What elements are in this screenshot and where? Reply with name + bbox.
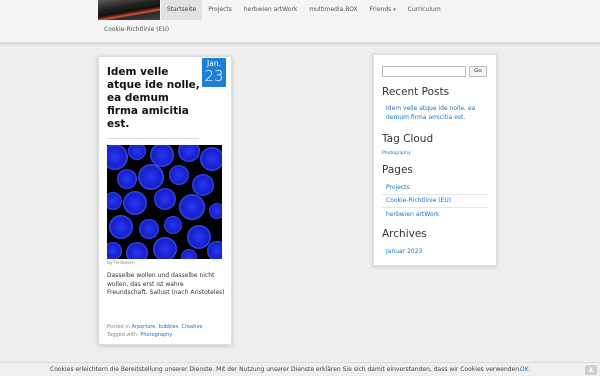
header-logo-image[interactable] [98,0,160,20]
page-link[interactable]: herbwien artWork [386,210,439,219]
post-featured-image[interactable] [107,145,222,259]
archive-link[interactable]: Januar 2023 [386,247,422,256]
tag-link[interactable]: Photography [140,332,172,338]
pages-heading: Pages [382,164,413,176]
nav-item-startseite[interactable]: Startseite [161,0,203,20]
recent-post-link[interactable]: Idem velle atque ide nolle, ea demum fir… [386,104,488,122]
cookie-notice-text: Cookies erleichtern die Bereitstellung u… [50,366,522,373]
search-input[interactable] [382,66,466,77]
caret-down-icon: ▾ [393,7,396,13]
nav-item-friends-dropdown[interactable]: Friends ▾ [364,0,402,20]
image-credit: by herbwien [107,261,135,266]
date-day: 23 [204,67,224,85]
nav-item-projects[interactable]: Projects [202,0,238,20]
category-link[interactable]: Creative [182,324,203,330]
post-card: Idem velle atque ide nolle, ea demum fir… [98,56,232,345]
bokeh-bubbles-image [107,145,222,259]
tag-cloud-heading: Tag Cloud [382,133,434,145]
category-link[interactable]: bubbles [159,324,179,330]
nav-item-label: Curriculum [407,6,441,13]
page-link[interactable]: Cookie-Richtlinie (EU) [386,196,451,205]
nav-item-label: multimedia.BOX [309,6,358,13]
nav-item-multimedia-box[interactable]: multimedia.BOX [303,0,363,20]
cookie-consent-bar: Cookies erleichtern die Bereitstellung u… [0,362,600,376]
page-link[interactable]: Projects [386,183,410,192]
nav-item-label: Cookie-Richtlinie (EU) [104,26,170,33]
post-categories-line: Posted in Arperture, bubbles, Creative [107,324,203,330]
post-title[interactable]: Idem velle atque ide nolle, ea demum fir… [107,66,203,131]
post-meta: Posted in Arperture, bubbles, Creative T… [107,323,203,339]
date-badge: Jan. 23 [202,58,226,87]
main-menu: Startseite Projects herbwien artWork mul… [161,0,447,20]
nav-item-label: Projects [208,6,232,13]
archives-heading: Archives [382,228,427,240]
sidebar: Go Recent Posts Idem velle atque ide nol… [373,54,497,266]
divider [107,138,199,139]
divider [382,194,488,195]
nav-item-label: Startseite [167,6,197,13]
search-go-button[interactable]: Go [469,66,487,77]
nav-item-curriculum[interactable]: Curriculum [402,0,447,20]
chevron-up-icon: ▲ [588,366,594,373]
nav-item-cookie-richtlinie[interactable]: Cookie-Richtlinie (EU) [98,20,175,40]
main-menu-row2: Cookie-Richtlinie (EU) [98,20,175,40]
tagged-label: Tagged with: [107,332,139,338]
scroll-to-top-button[interactable]: ▲ [585,365,597,375]
cookie-ok-button[interactable]: OK [520,366,529,373]
top-navbar: Startseite Projects herbwien artWork mul… [0,0,600,43]
divider [382,207,488,208]
nav-item-label: herbwien artWork [243,6,298,13]
category-link[interactable]: Arperture [131,324,155,330]
post-excerpt: Dasselbe wollen und dasselbe nicht wolle… [107,272,225,296]
posted-in-label: Posted in [107,324,130,330]
nav-item-herbwien-artwork[interactable]: herbwien artWork [238,0,303,20]
tag-cloud-link[interactable]: Photography [382,151,411,156]
recent-posts-heading: Recent Posts [382,86,450,98]
nav-item-label: Friends [369,6,392,13]
post-tags-line: Tagged with: Photography [107,331,203,339]
